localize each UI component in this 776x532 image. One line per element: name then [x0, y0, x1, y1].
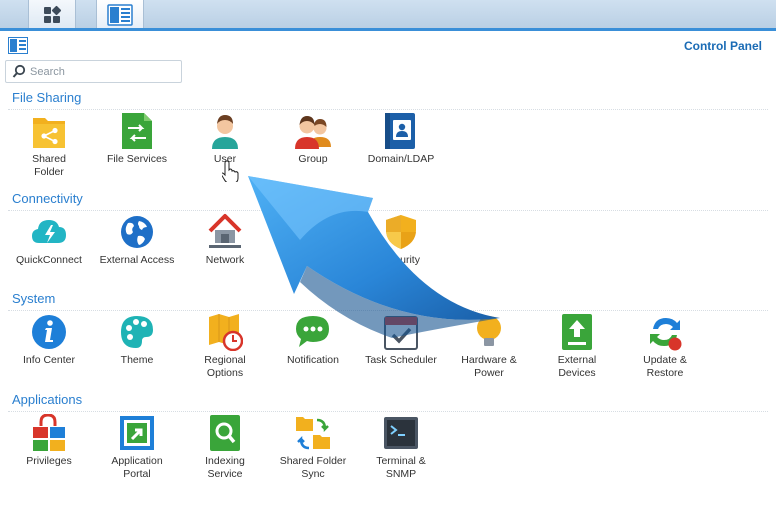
external-access-icon	[121, 216, 153, 248]
search-input[interactable]	[30, 63, 175, 80]
hardware-power-item[interactable]: Hardware & Power	[445, 313, 533, 391]
terminal-snmp-icon	[384, 417, 418, 449]
application-portal-item[interactable]: Application Portal	[93, 414, 181, 492]
notification-icon	[296, 316, 329, 347]
indexing-service-icon	[210, 415, 240, 451]
window-title: Control Panel	[683, 39, 762, 53]
network-icon	[208, 214, 242, 248]
section-divider	[8, 411, 768, 412]
domain-ldap-icon	[385, 113, 415, 149]
item-label: Theme	[120, 354, 154, 366]
main-menu-button[interactable]	[28, 0, 76, 30]
hardware-power-icon	[477, 316, 501, 346]
main-menu-icon	[44, 5, 62, 23]
domain-ldap-item[interactable]: Domain/LDAP	[357, 112, 445, 190]
file-services-item[interactable]: File Services	[93, 112, 181, 190]
indexing-service-item[interactable]: Indexing Service	[181, 414, 269, 492]
shared-folder-item[interactable]: Shared Folder	[5, 112, 93, 190]
dhcp-server-item[interactable]: DHCP Server	[269, 213, 357, 291]
file-services-icon	[122, 113, 152, 149]
theme-icon	[121, 316, 153, 348]
item-label: Network	[205, 254, 245, 266]
search-icon	[12, 64, 26, 78]
item-label: Hardware & Power	[461, 354, 517, 379]
item-label: QuickConnect	[16, 254, 82, 266]
group-icon	[295, 116, 331, 149]
control-panel-icon	[8, 37, 28, 54]
item-label: Application Portal	[111, 455, 163, 480]
item-label: External Access	[99, 254, 175, 266]
search-box[interactable]	[5, 60, 182, 83]
item-label: Notification	[287, 354, 339, 366]
control-panel-taskbar-button[interactable]	[96, 0, 144, 30]
user-icon	[212, 115, 238, 149]
item-label: Info Center	[23, 354, 75, 366]
privileges-icon	[33, 414, 65, 451]
item-label: Group	[298, 153, 328, 165]
group-item[interactable]: Group	[269, 112, 357, 190]
shared-folder-sync-icon	[296, 417, 330, 450]
item-label: Update & Restore	[643, 354, 687, 379]
application-portal-icon	[120, 416, 154, 450]
section-divider	[8, 109, 768, 110]
regional-options-item[interactable]: Regional Options	[181, 313, 269, 391]
regional-options-icon	[209, 314, 243, 351]
window-header: Control Panel	[0, 31, 776, 59]
security-icon	[386, 215, 416, 249]
section-divider	[8, 210, 768, 211]
task-scheduler-item[interactable]: Task Scheduler	[357, 313, 445, 391]
section-title: Connectivity	[12, 191, 83, 206]
item-label: Indexing Service	[205, 455, 245, 480]
control-panel-icon	[107, 4, 133, 26]
taskbar	[0, 0, 776, 30]
notification-item[interactable]: Notification	[269, 313, 357, 391]
external-devices-icon	[562, 314, 592, 350]
item-label: Shared Folder Sync	[279, 455, 347, 480]
theme-item[interactable]: Theme	[93, 313, 181, 391]
dhcp-server-icon	[299, 217, 327, 247]
network-item[interactable]: Network	[181, 213, 269, 291]
section-title: System	[12, 291, 56, 306]
hand-cursor-icon	[222, 160, 239, 182]
section-title: Applications	[12, 392, 83, 407]
section-divider	[8, 310, 768, 311]
shared-folder-sync-item[interactable]: Shared Folder Sync	[269, 414, 357, 492]
item-label: Privileges	[26, 455, 72, 467]
item-label: External Devices	[557, 354, 597, 379]
item-label: Domain/LDAP	[367, 153, 435, 165]
item-label: Security	[382, 254, 420, 266]
item-label: Shared Folder	[32, 153, 66, 178]
quickconnect-item[interactable]: QuickConnect	[5, 213, 93, 291]
external-access-item[interactable]: External Access	[93, 213, 181, 291]
shared-folder-icon	[33, 118, 65, 148]
item-label: File Services	[106, 153, 168, 165]
item-label: Terminal & SNMP	[376, 455, 426, 480]
info-center-item[interactable]: Info Center	[5, 313, 93, 391]
task-scheduler-icon	[384, 316, 418, 350]
update-count-badge: 1	[681, 339, 687, 349]
terminal-snmp-item[interactable]: Terminal & SNMP	[357, 414, 445, 492]
privileges-item[interactable]: Privileges	[5, 414, 93, 492]
item-label: Task Scheduler	[365, 354, 437, 366]
external-devices-item[interactable]: External Devices	[533, 313, 621, 391]
update-restore-item[interactable]: 1 Update & Restore	[621, 313, 709, 391]
item-label: DHCP Server	[281, 254, 345, 266]
section-title: File Sharing	[12, 90, 82, 105]
info-center-icon	[32, 315, 66, 349]
security-item[interactable]: Security	[357, 213, 445, 291]
item-label: Regional Options	[204, 354, 246, 379]
quickconnect-icon	[32, 220, 66, 243]
